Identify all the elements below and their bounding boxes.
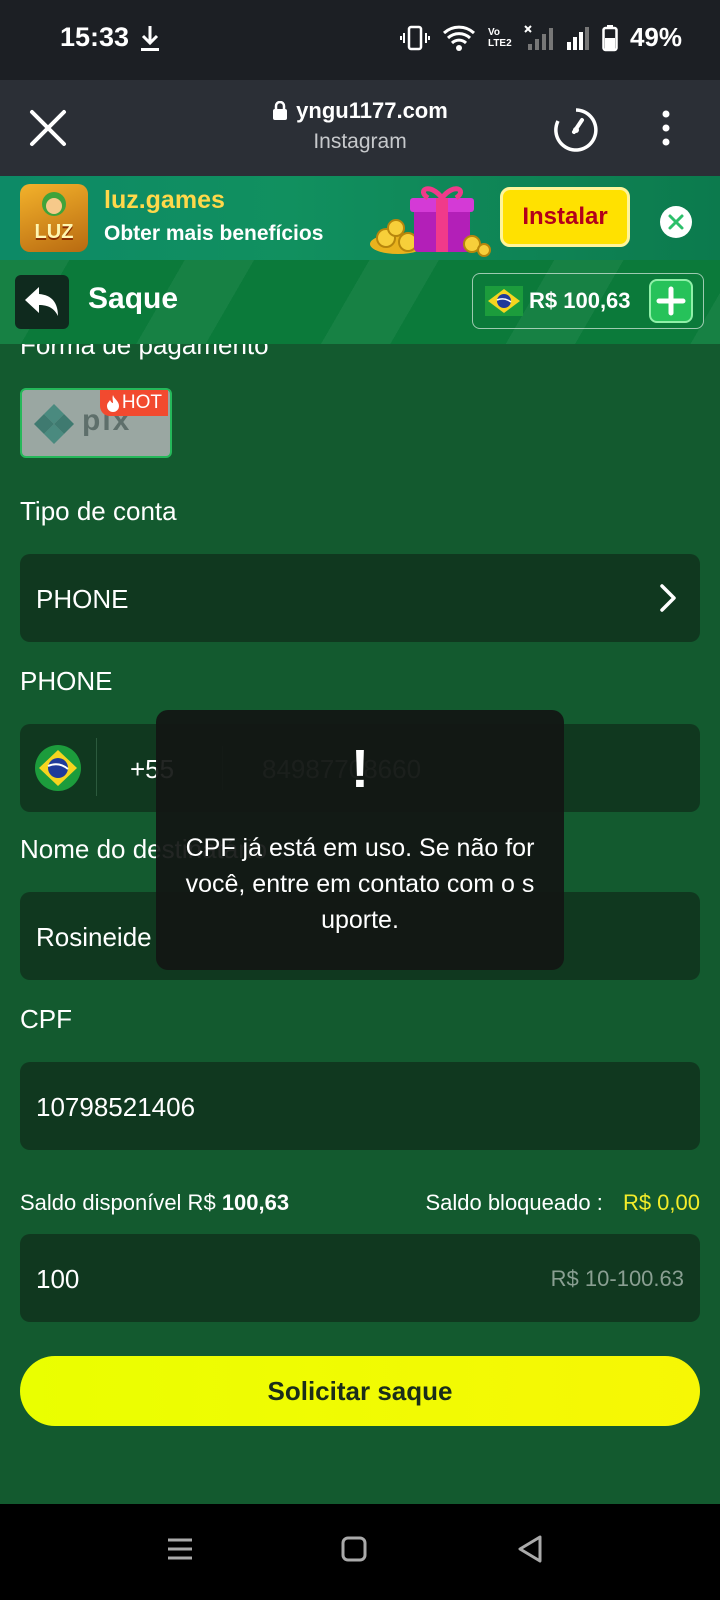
blocked-balance-value: R$ 0,00 [622,1190,700,1215]
balance-display: R$ 100,63 [472,273,704,329]
amount-value: 100 [36,1264,80,1294]
speed-icon[interactable] [552,106,600,154]
banner-brand: luz.games [104,186,225,214]
pix-logo-icon [34,404,74,444]
cpf-value: 10798521406 [36,1092,196,1122]
url-display[interactable]: yngu1177.com Instagram [0,98,720,154]
volte-icon: Vo LTE2 [487,26,512,49]
blocked-balance: Saldo bloqueado : R$ 0,00 [425,1190,700,1216]
account-type-label: Tipo de conta [20,496,177,526]
brazil-flag-icon [35,745,81,791]
page-header: Saque R$ 100,63 [0,260,720,344]
url-text: yngu1177.com [296,98,448,123]
plus-icon [656,286,686,316]
amount-range-hint: R$ 10-100.63 [550,1266,684,1291]
status-time: 15:33 [60,22,130,52]
battery-percent: 49% [629,22,682,52]
install-button[interactable]: Instalar [500,187,630,247]
luz-logo-text: LUZ [34,221,74,243]
luz-logo: LUZ [20,184,88,252]
vibrate-icon [399,25,430,50]
available-balance-label: Saldo disponível R$ [20,1190,216,1215]
balance-amount: R$ 100,63 [529,288,631,313]
request-withdraw-button[interactable]: Solicitar saque [20,1356,700,1426]
page-title: Saque [88,282,179,315]
gift-icon [370,186,491,257]
pix-option[interactable]: pix HOT [20,388,172,458]
system-nav-bar [0,1504,720,1600]
back-arrow-icon [25,287,58,316]
cpf-field[interactable]: 10798521406 [20,1062,700,1150]
account-type-select[interactable]: PHONE [20,554,700,642]
status-bar: 15:33 Vo LTE2 49% [0,0,720,80]
flame-icon [106,395,119,412]
status-icons: Vo LTE2 49% [399,22,682,53]
home-icon[interactable] [340,1534,368,1564]
back-button[interactable] [15,275,69,329]
deposit-button[interactable] [649,279,693,323]
blocked-balance-label: Saldo bloqueado : [425,1190,603,1215]
recent-apps-icon[interactable] [166,1534,194,1564]
wifi-icon [442,25,475,51]
account-type-value: PHONE [36,584,129,614]
cpf-label: CPF [20,1004,72,1034]
recipient-value: Rosineide [36,922,152,952]
browser-bar: yngu1177.com Instagram [0,80,720,176]
signal-icon [566,26,589,50]
toast-message: CPF já está em uso. Se não for você, ent… [185,834,535,934]
download-icon [141,26,159,51]
banner-close-icon[interactable] [658,204,694,240]
lock-icon [273,101,288,120]
chevron-right-icon [660,584,676,612]
available-balance: Saldo disponível R$ 100,63 [20,1190,289,1216]
battery-icon [602,24,618,51]
phone-label: PHONE [20,666,113,696]
error-toast: ! CPF já está em uso. Se não for você, e… [156,710,564,970]
banner-tagline: Obter mais benefícios [104,222,324,245]
payment-method-label: Forma de pagamento [20,344,269,360]
hot-badge: HOT [99,390,168,416]
brazil-flag-icon [485,286,523,316]
warning-icon: ! [351,739,369,799]
available-balance-value: 100,63 [221,1190,290,1215]
app-install-banner[interactable]: LUZ luz.games Obter mais benefícios Inst… [0,176,720,260]
signal-off-icon [524,24,553,50]
back-icon[interactable] [516,1534,544,1564]
more-options-icon[interactable] [660,108,672,148]
hot-badge-text: HOT [121,392,162,413]
url-source: Instagram [313,130,407,153]
phone-divider [96,738,97,796]
amount-field[interactable]: 100 R$ 10-100.63 [20,1234,700,1322]
